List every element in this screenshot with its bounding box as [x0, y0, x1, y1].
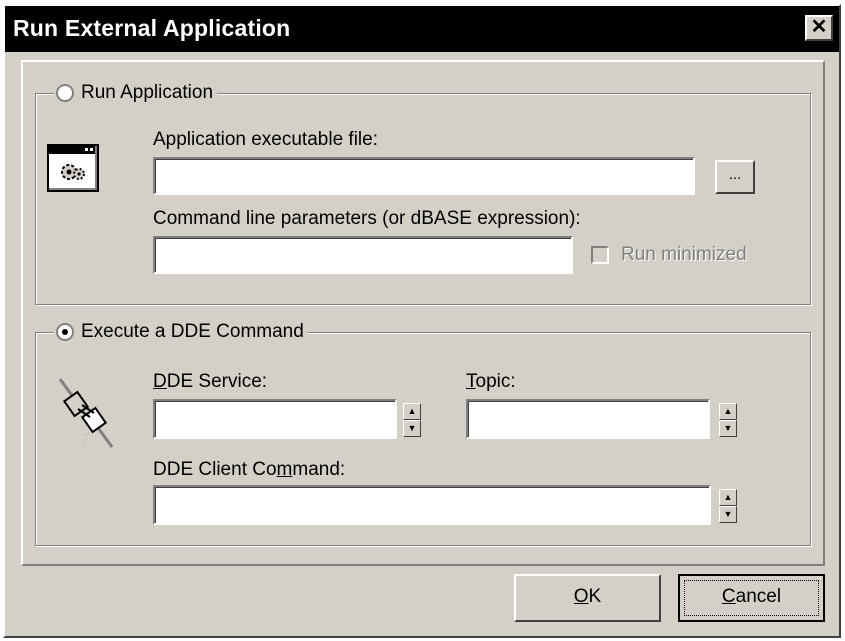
dde-command-radio[interactable]: [56, 323, 74, 341]
dde-command-label[interactable]: Execute a DDE Command: [81, 321, 304, 343]
run-minimized-label: Run minimized: [621, 244, 747, 265]
spin-up-icon[interactable]: ▲: [403, 403, 421, 420]
topic-spinner[interactable]: ▲ ▼: [719, 403, 737, 437]
topic-label: Topic:: [466, 371, 516, 392]
browse-button[interactable]: ...: [715, 160, 755, 194]
dde-command-group: Execute a DDE Command DDE Service: ▲ ▼ T…: [35, 319, 811, 546]
dde-client-command-input[interactable]: [153, 485, 711, 525]
run-application-legend: Run Application: [54, 80, 218, 106]
spin-down-icon[interactable]: ▼: [403, 420, 421, 437]
topic-input[interactable]: [466, 399, 710, 439]
dde-service-input[interactable]: [153, 399, 397, 439]
dde-service-spinner[interactable]: ▲ ▼: [403, 403, 421, 437]
dde-command-legend: Execute a DDE Command: [54, 319, 308, 345]
dde-service-label: DDE Service:: [153, 371, 268, 392]
spin-up-icon[interactable]: ▲: [719, 489, 737, 506]
run-application-group: Run Application Application executable f…: [35, 80, 811, 305]
params-input[interactable]: [153, 236, 573, 274]
ok-button[interactable]: OK: [514, 574, 661, 622]
dde-client-command-spinner[interactable]: ▲ ▼: [719, 489, 737, 523]
cancel-button[interactable]: Cancel: [678, 574, 825, 622]
exe-file-label: Application executable file:: [153, 129, 378, 150]
dde-connector-icon: [58, 378, 114, 448]
window-title: Run External Application: [13, 15, 291, 41]
run-application-label[interactable]: Run Application: [81, 82, 213, 104]
close-icon: ✕: [810, 16, 828, 38]
application-gear-icon: [47, 144, 99, 192]
exe-file-input[interactable]: [153, 157, 695, 195]
dde-client-command-label: DDE Client Command:: [153, 459, 346, 480]
run-minimized-checkbox[interactable]: [591, 246, 609, 264]
title-bar: Run External Application ✕: [5, 6, 839, 52]
run-external-application-dialog: Run External Application ✕ Run Applicati…: [3, 4, 841, 638]
run-application-radio[interactable]: [56, 84, 74, 102]
close-button[interactable]: ✕: [805, 15, 833, 41]
spin-down-icon[interactable]: ▼: [719, 420, 737, 437]
spin-up-icon[interactable]: ▲: [719, 403, 737, 420]
spin-down-icon[interactable]: ▼: [719, 506, 737, 523]
params-label: Command line parameters (or dBASE expres…: [153, 208, 581, 229]
options-panel: Run Application Application executable f…: [21, 60, 825, 566]
